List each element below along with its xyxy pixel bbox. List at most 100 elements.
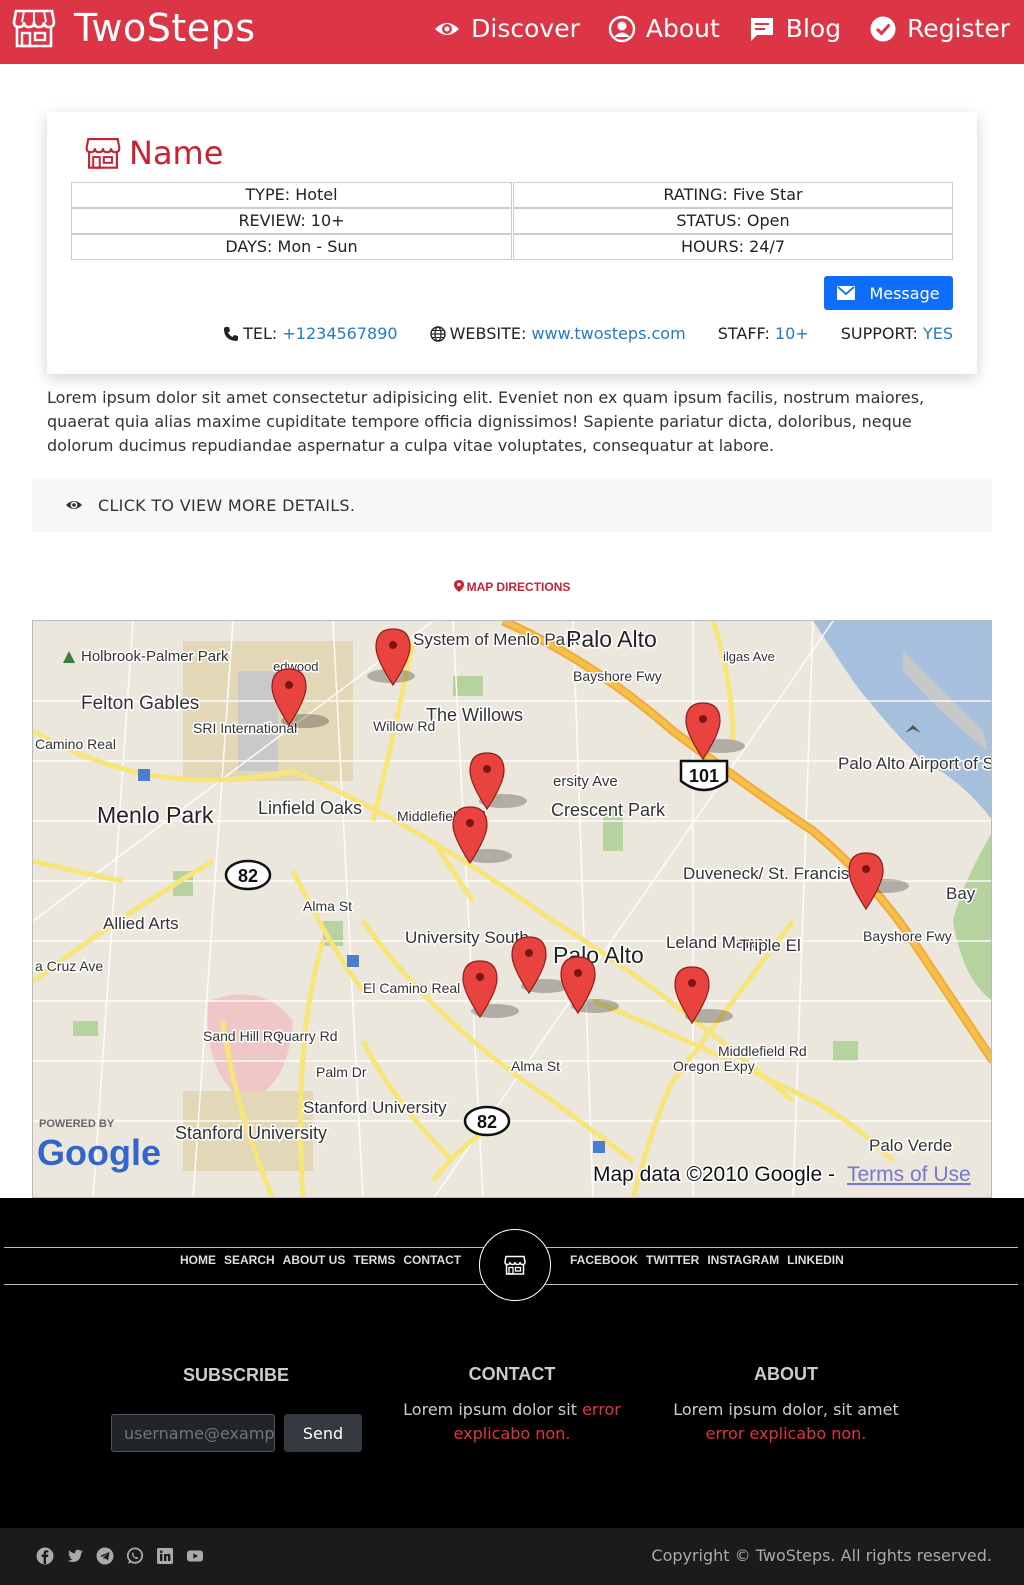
map-label: Sand Hill Rd (203, 1028, 281, 1044)
listing-card: Name TYPE: Hotel RATING: Five Star REVIE… (47, 112, 977, 374)
staff-value: 10+ (774, 324, 809, 343)
staff-label: STAFF: (717, 324, 770, 343)
nav-about[interactable]: About (608, 14, 720, 43)
map-label: Bayshore Fwy (573, 668, 662, 684)
map-label: University South (405, 928, 529, 947)
footer-link-terms[interactable]: TERMS (353, 1253, 395, 1267)
tel-link[interactable]: +1234567890 (282, 324, 397, 343)
message-button[interactable]: Message (824, 276, 953, 310)
nav-about-label: About (645, 14, 720, 43)
website-link[interactable]: www.twosteps.com (531, 324, 685, 343)
info-row: REVIEW: 10+ STATUS: Open (71, 208, 953, 234)
map-label: Duveneck/ St. Francis (683, 864, 849, 883)
support-item: SUPPORT: YES (841, 324, 953, 343)
footer-link-contact[interactable]: CONTACT (403, 1253, 461, 1267)
hwy-82-shield: 82 (224, 859, 272, 891)
subscribe-send-button[interactable]: Send (284, 1414, 362, 1452)
footer-link-about[interactable]: ABOUT US (283, 1253, 346, 1267)
map-label: Bayshore Fwy (863, 928, 952, 944)
map-label: Alma St (303, 898, 352, 914)
footer-nav-right: FACEBOOK TWITTER INSTAGRAM LINKEDIN (570, 1253, 852, 1267)
footer-link-instagram[interactable]: INSTAGRAM (707, 1253, 779, 1267)
footer-link-search[interactable]: SEARCH (224, 1253, 275, 1267)
map-label: Palo Alto (566, 626, 657, 652)
tel-item: TEL: +1234567890 (223, 324, 398, 343)
footer-nav-left: HOME SEARCH ABOUT US TERMS CONTACT (180, 1253, 469, 1267)
subscribe-title: SUBSCRIBE (182, 1365, 289, 1385)
map-label: Allied Arts (103, 914, 179, 933)
message-button-label: Message (869, 283, 940, 303)
map-label: Camino Real (35, 736, 116, 752)
eye-icon (66, 501, 82, 509)
map-label: Quarry Rd (273, 1028, 338, 1044)
check-circle-icon (870, 16, 896, 41)
twitter-icon[interactable] (66, 1547, 84, 1565)
subscribe-email-input[interactable] (111, 1414, 275, 1452)
youtube-icon[interactable] (186, 1547, 204, 1565)
store-icon (12, 9, 56, 48)
map-label: Alma St (511, 1058, 560, 1074)
website-item: WEBSITE: www.twosteps.com (429, 324, 686, 343)
nav-blog[interactable]: Blog (748, 14, 841, 43)
map-directions-heading: MAP DIRECTIONS (0, 580, 1024, 594)
footer: HOME SEARCH ABOUT US TERMS CONTACT FACEB… (0, 1198, 1024, 1585)
transit-icon (593, 1141, 605, 1153)
contact-text: Lorem ipsum dolor sit error explicabo no… (392, 1398, 632, 1446)
map-pin-icon (453, 580, 464, 592)
hwy-101-label: 101 (689, 766, 719, 786)
details-toggle-label: CLICK TO VIEW MORE DETAILS. (98, 495, 356, 515)
info-hours: HOURS: 24/7 (513, 234, 953, 260)
about-title: ABOUT (754, 1364, 818, 1384)
map-label: Stanford University (175, 1123, 327, 1143)
linkedin-icon[interactable] (156, 1547, 174, 1565)
about-text: Lorem ipsum dolor, sit amet error explic… (656, 1398, 916, 1446)
info-row: TYPE: Hotel RATING: Five Star (71, 182, 953, 208)
bottom-bar: Copyright © TwoSteps. All rights reserve… (0, 1528, 1024, 1585)
map-label: Willow Rd (373, 718, 435, 734)
map-label: Middlefield Rd (718, 1043, 807, 1059)
footer-link-facebook[interactable]: FACEBOOK (570, 1253, 638, 1267)
transit-icon (138, 769, 150, 781)
map-canvas[interactable]: 82 82 101 Holbrook-Palmer Park Felton Ga… (33, 621, 992, 1198)
brand[interactable]: TwoSteps (12, 6, 256, 50)
telegram-icon[interactable] (96, 1547, 114, 1565)
map-label: Palm Dr (316, 1064, 367, 1080)
hwy-82-label: 82 (238, 866, 258, 886)
footer-link-home[interactable]: HOME (180, 1253, 216, 1267)
map-label: Felton Gables (81, 693, 199, 714)
main-nav: Discover About Blog Register (405, 14, 1010, 43)
about-text-main: Lorem ipsum dolor, sit amet (673, 1400, 899, 1419)
terms-of-use-link[interactable]: Terms of Use (847, 1163, 971, 1186)
staff-item: STAFF: 10+ (718, 324, 809, 343)
contact-row: TEL: +1234567890 WEBSITE: www.twosteps.c… (191, 324, 953, 343)
nav-register-label: Register (907, 14, 1010, 43)
footer-logo[interactable] (479, 1229, 551, 1301)
nav-discover[interactable]: Discover (433, 14, 580, 43)
map-label: El Camino Real (363, 980, 460, 996)
footer-link-linkedin[interactable]: LINKEDIN (787, 1253, 844, 1267)
website-label: WEBSITE: (449, 324, 527, 343)
about-text-highlight: error explicabo non. (705, 1424, 867, 1443)
info-status: STATUS: Open (513, 208, 953, 234)
contact-title: CONTACT (468, 1364, 556, 1384)
info-days: DAYS: Mon - Sun (71, 234, 512, 260)
info-table: TYPE: Hotel RATING: Five Star REVIEW: 10… (71, 182, 953, 260)
map-label: Linfield Oaks (258, 798, 362, 818)
powered-by-label: POWERED BY (39, 1118, 115, 1130)
whatsapp-icon[interactable] (126, 1547, 144, 1565)
facebook-icon[interactable] (36, 1547, 54, 1565)
brand-name: TwoSteps (74, 6, 256, 50)
map-label: ilgas Ave (723, 649, 775, 664)
map[interactable]: 82 82 101 Holbrook-Palmer Park Felton Ga… (32, 620, 992, 1198)
map-directions-label: MAP DIRECTIONS (466, 580, 571, 594)
hwy-101-shield: 101 (679, 759, 729, 792)
listing-description: Lorem ipsum dolor sit amet consectetur a… (47, 388, 925, 455)
contact-text-main: Lorem ipsum dolor sit (403, 1400, 577, 1419)
nav-discover-label: Discover (471, 14, 580, 43)
navbar: TwoSteps Discover About Blog Register (0, 0, 1024, 64)
store-icon (85, 138, 121, 169)
nav-register[interactable]: Register (869, 14, 1010, 43)
social-icons (36, 1547, 216, 1565)
footer-link-twitter[interactable]: TWITTER (646, 1253, 699, 1267)
details-toggle[interactable]: CLICK TO VIEW MORE DETAILS. (32, 478, 992, 532)
